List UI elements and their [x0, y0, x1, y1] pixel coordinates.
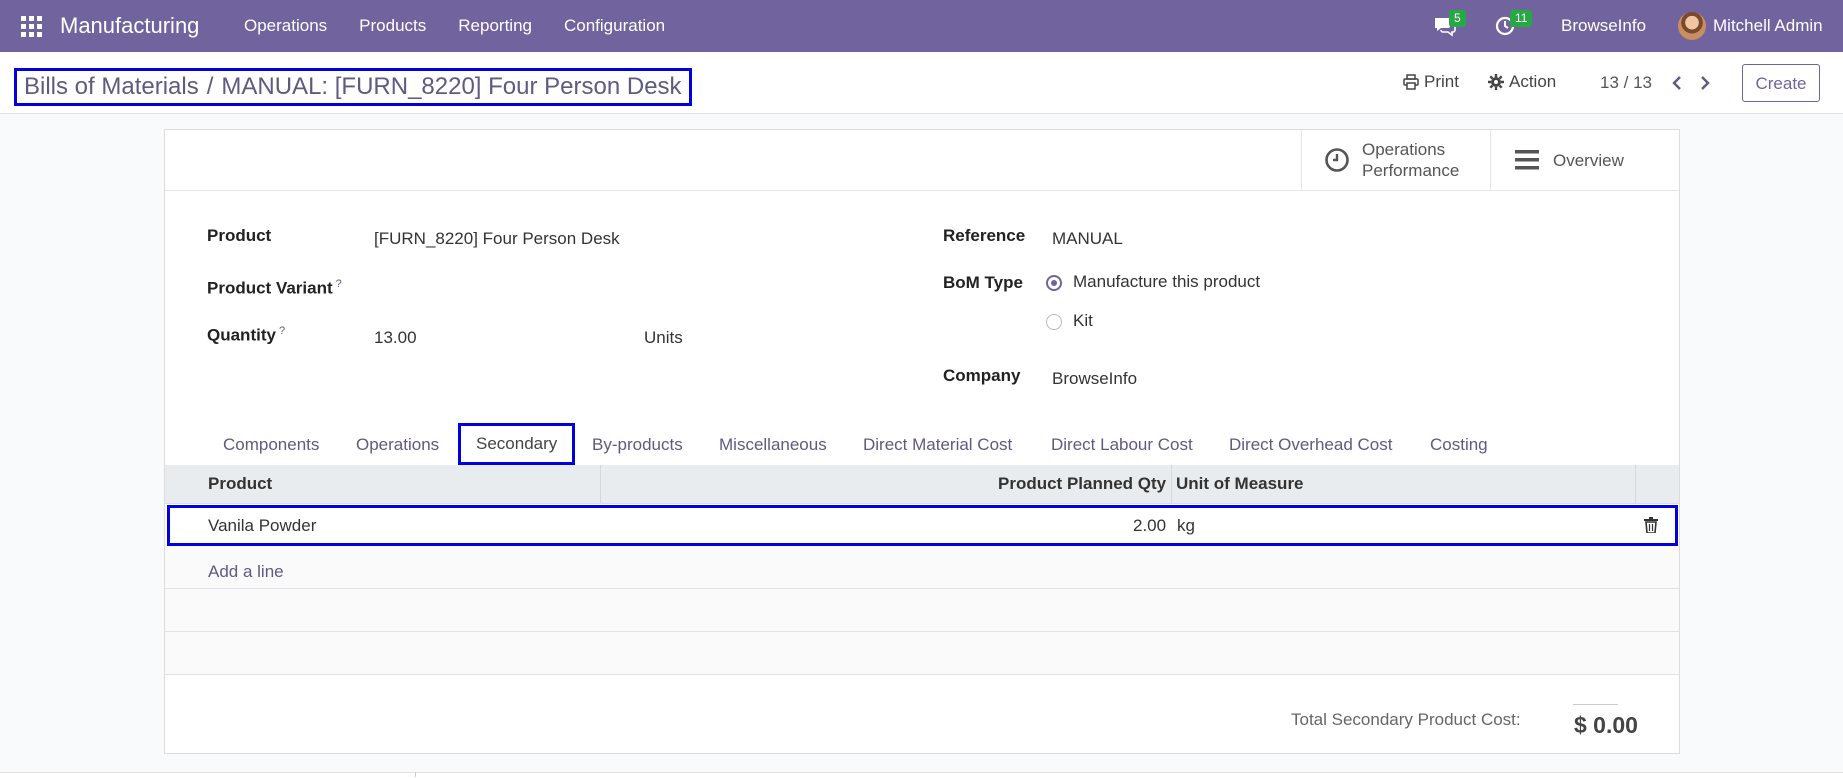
row-planned-qty[interactable]: 2.00 [1133, 508, 1166, 543]
quantity-label: Quantity? [207, 325, 285, 346]
bom-type-manufacture-radio[interactable] [1046, 275, 1062, 291]
main-menu: Operations Products Reporting Configurat… [228, 0, 681, 52]
table-header: Product Product Planned Qty Unit of Meas… [165, 465, 1679, 504]
messages-icon[interactable]: 5 [1433, 10, 1466, 38]
operations-performance-button[interactable]: Operations Performance [1301, 130, 1490, 190]
trash-icon[interactable] [1644, 517, 1658, 534]
total-secondary-cost-value: $ 0.00 [1574, 712, 1638, 738]
menu-configuration[interactable]: Configuration [548, 0, 681, 52]
clock-icon [1325, 148, 1349, 172]
bom-type-kit-label[interactable]: Kit [1073, 311, 1093, 331]
overview-button[interactable]: Overview [1490, 130, 1679, 190]
add-a-line-link[interactable]: Add a line [208, 562, 284, 582]
column-uom[interactable]: Unit of Measure [1176, 465, 1304, 503]
chatter-divider [415, 772, 416, 777]
menu-products[interactable]: Products [343, 0, 442, 52]
reference-label: Reference [943, 226, 1026, 245]
quantity-label-text: Quantity [207, 325, 276, 345]
column-divider[interactable] [600, 465, 601, 503]
action-button[interactable]: Action [1488, 72, 1556, 92]
row-product[interactable]: Vanila Powder [208, 508, 316, 543]
tab-costing[interactable]: Costing [1430, 424, 1488, 466]
product-variant-field[interactable] [374, 275, 904, 299]
add-line-row [165, 546, 1679, 589]
smart-button-box: Operations Performance Overview [165, 130, 1679, 191]
gear-icon [1488, 74, 1504, 90]
tab-operations[interactable]: Operations [356, 424, 439, 466]
company-label: Company [943, 366, 1021, 385]
menu-operations[interactable]: Operations [228, 0, 343, 52]
breadcrumb-current: MANUAL: [FURN_8220] Four Person Desk [221, 73, 682, 100]
print-label: Print [1424, 72, 1459, 91]
bars-icon [1515, 150, 1539, 170]
column-planned-qty[interactable]: Product Planned Qty [998, 465, 1166, 503]
tab-components[interactable]: Components [223, 424, 319, 466]
bom-type-kit-radio[interactable] [1046, 314, 1062, 330]
form-sheet: Operations Performance Overview Product … [164, 129, 1680, 754]
product-variant-label-text: Product Variant [207, 278, 333, 298]
company-field[interactable]: BrowseInfo [1052, 369, 1137, 389]
help-icon[interactable]: ? [336, 278, 342, 290]
activities-badge: 11 [1510, 10, 1533, 27]
operations-performance-label-1: Operations [1362, 140, 1446, 159]
column-product[interactable]: Product [208, 465, 272, 503]
product-label: Product [207, 226, 272, 245]
tab-by-products[interactable]: By-products [592, 424, 683, 466]
top-navbar: Manufacturing Operations Products Report… [0, 0, 1843, 52]
pager-previous-icon[interactable] [1670, 74, 1684, 92]
tab-secondary[interactable]: Secondary [458, 423, 576, 465]
column-divider[interactable] [1635, 465, 1636, 503]
tab-direct-material-cost[interactable]: Direct Material Cost [863, 424, 1012, 466]
create-button[interactable]: Create [1742, 64, 1820, 102]
user-avatar[interactable] [1678, 12, 1706, 40]
product-variant-label: Product Variant? [207, 278, 342, 299]
action-label: Action [1509, 72, 1557, 91]
total-divider [1573, 704, 1618, 705]
apps-menu-icon[interactable] [21, 16, 42, 37]
uom-field[interactable]: Units [644, 328, 683, 348]
table-row[interactable]: Vanila Powder 2.00 kg [167, 505, 1678, 546]
total-secondary-cost-label: Total Secondary Product Cost: [1291, 710, 1521, 729]
row-uom[interactable]: kg [1177, 508, 1195, 543]
help-icon[interactable]: ? [279, 325, 285, 337]
tab-direct-labour-cost[interactable]: Direct Labour Cost [1051, 424, 1193, 466]
empty-row [165, 632, 1679, 675]
reference-field[interactable]: MANUAL [1052, 229, 1123, 249]
pager-next-icon[interactable] [1698, 74, 1712, 92]
product-field[interactable]: [FURN_8220] Four Person Desk [374, 229, 620, 249]
bom-type-label: BoM Type [943, 273, 1023, 292]
chatter-area [0, 772, 1843, 778]
company-switcher[interactable]: BrowseInfo [1561, 16, 1646, 36]
menu-reporting[interactable]: Reporting [442, 0, 548, 52]
breadcrumb: Bills of Materials / MANUAL: [FURN_8220] F… [14, 68, 692, 106]
tab-miscellaneous[interactable]: Miscellaneous [719, 424, 827, 466]
print-icon [1403, 74, 1419, 90]
user-menu[interactable]: Mitchell Admin [1713, 16, 1823, 36]
operations-performance-label-2: Performance [1362, 161, 1460, 180]
overview-label: Overview [1553, 150, 1624, 170]
breadcrumb-parent[interactable]: Bills of Materials [24, 73, 199, 100]
activities-icon[interactable]: 11 [1494, 10, 1533, 38]
pager-value[interactable]: 13 / 13 [1600, 73, 1652, 93]
breadcrumb-separator: / [206, 73, 214, 100]
empty-row [165, 589, 1679, 632]
app-name[interactable]: Manufacturing [60, 13, 199, 39]
bom-type-manufacture-label[interactable]: Manufacture this product [1073, 272, 1260, 292]
print-button[interactable]: Print [1403, 72, 1459, 92]
quantity-field[interactable]: 13.00 [374, 328, 417, 348]
tab-direct-overhead-cost[interactable]: Direct Overhead Cost [1229, 424, 1392, 466]
messages-badge: 5 [1449, 10, 1466, 27]
column-divider[interactable] [1171, 465, 1172, 503]
